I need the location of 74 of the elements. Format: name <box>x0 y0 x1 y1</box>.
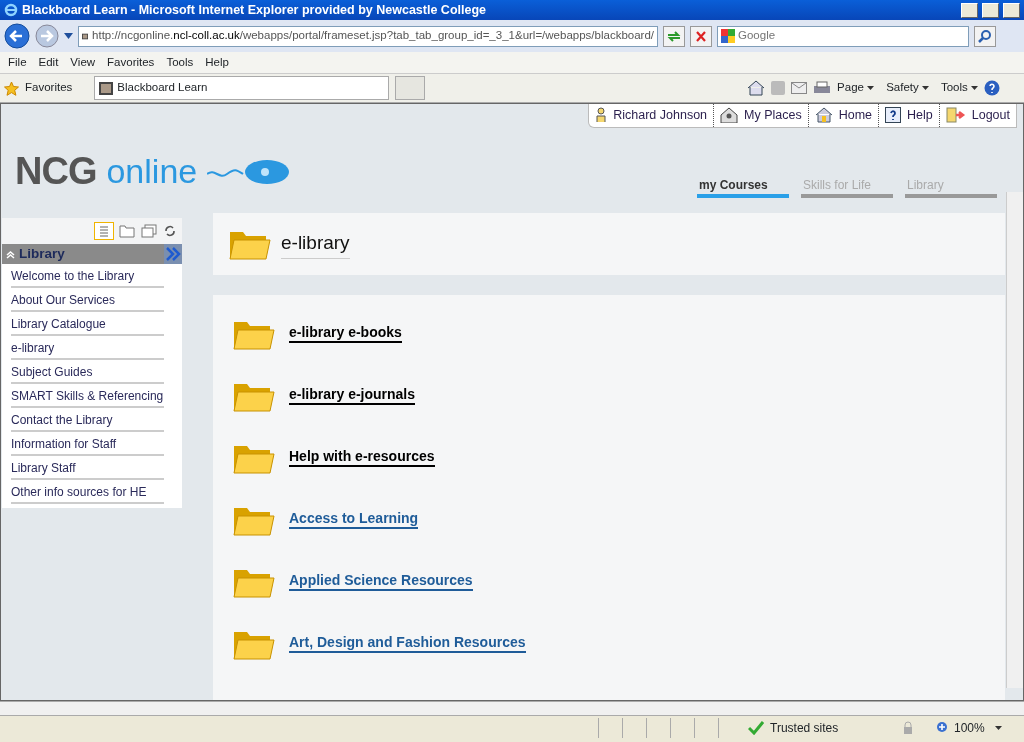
nav-tab[interactable]: my Courses <box>697 176 789 198</box>
command-menu[interactable]: Page <box>837 79 875 97</box>
user-link[interactable]: My Places <box>713 104 808 127</box>
folder-link[interactable]: Art, Design and Fashion Resources <box>289 634 526 653</box>
folder-link[interactable]: Applied Science Resources <box>289 572 473 591</box>
forward-button[interactable] <box>35 24 59 48</box>
sidebar-link[interactable]: Contact the Library <box>11 408 164 432</box>
user-link[interactable]: Home <box>807 104 879 127</box>
mail-icon[interactable] <box>791 82 808 94</box>
browser-tab[interactable]: Blackboard Learn <box>94 76 390 100</box>
security-zone: Trusted sites <box>770 719 840 737</box>
help-icon[interactable] <box>984 80 1000 96</box>
zoom-icon[interactable] <box>936 720 950 735</box>
address-field[interactable]: http://ncgonline.ncl-coll.ac.uk/webapps/portal/frameset.jsp?tab_tab_group_id=_3_1&url=/webapps/blackboard/ <box>78 25 658 47</box>
page-title: e-library <box>281 229 350 259</box>
command-menu[interactable]: Safety <box>886 79 929 97</box>
door-arrow-icon <box>945 107 966 124</box>
search-provider-icon <box>721 29 735 43</box>
url-text: http://ncgonline.ncl-coll.ac.uk/webapps/portal/frameset.jsp?tab_tab_group_id=_3_1&url=/webapps/blackboard/ <box>92 28 654 44</box>
browser-logo-icon <box>4 3 18 17</box>
window-icon[interactable] <box>140 222 158 240</box>
collapse-icon[interactable] <box>6 249 15 259</box>
maximize-button[interactable] <box>982 2 999 18</box>
refresh-button[interactable] <box>663 25 685 47</box>
sidebar-link[interactable]: Library Staff <box>11 456 164 480</box>
sidebar-link[interactable]: Welcome to the Library <box>11 264 164 288</box>
favorites-button[interactable]: Favorites <box>25 79 73 97</box>
menu-item[interactable]: View <box>64 53 102 72</box>
user-link[interactable]: Richard Johnson <box>589 104 714 127</box>
menu-item[interactable]: Favorites <box>101 53 161 72</box>
sidebar-link[interactable]: About Our Services <box>11 288 164 312</box>
command-menu[interactable]: Tools <box>940 79 978 97</box>
logo: NCG online <box>15 152 293 190</box>
user-link[interactable]: Logout <box>938 104 1016 127</box>
sidebar-link[interactable]: Library Catalogue <box>11 312 164 336</box>
sidebar-link[interactable]: Information for Staff <box>11 432 164 456</box>
search-icon[interactable] <box>974 25 996 47</box>
star-icon <box>4 80 19 96</box>
back-button[interactable] <box>4 23 30 49</box>
caret-icon[interactable] <box>64 33 73 39</box>
vertical-scrollbar[interactable] <box>1006 192 1023 688</box>
folder-icon[interactable] <box>118 222 136 240</box>
folder-link[interactable]: Help with e-resources <box>289 448 435 467</box>
menu-item[interactable]: File <box>2 53 33 72</box>
caret-icon[interactable] <box>867 86 875 91</box>
sidebar-link[interactable]: Other info sources for HE <box>11 480 164 504</box>
menu-item[interactable]: Help <box>199 53 235 72</box>
folder-link[interactable]: e-library e-books <box>289 324 402 343</box>
sidebar-link[interactable]: Subject Guides <box>11 360 164 384</box>
person-icon <box>595 107 608 124</box>
search-box[interactable]: Google <box>717 25 969 47</box>
user-link[interactable]: Help <box>878 104 939 127</box>
house-icon <box>814 107 833 124</box>
caret-icon[interactable] <box>921 86 929 91</box>
close-button[interactable] <box>1003 2 1020 18</box>
window-title: Blackboard Learn - Microsoft Internet Explorer provided by Newcastle College <box>22 1 486 19</box>
home-icon[interactable] <box>747 80 766 96</box>
horizontal-scrollbar[interactable] <box>0 701 1024 715</box>
sidebar-link[interactable]: e-library <box>11 336 164 360</box>
minimize-button[interactable] <box>961 2 978 18</box>
caret-icon[interactable] <box>971 86 978 91</box>
zoom-level[interactable]: 100% <box>954 718 985 737</box>
stop-button[interactable] <box>690 25 712 47</box>
menu-item[interactable]: Edit <box>32 53 65 72</box>
menu-item[interactable]: Tools <box>160 53 200 72</box>
check-icon <box>748 720 764 735</box>
folder-link[interactable]: Access to Learning <box>289 510 419 529</box>
printer-icon[interactable] <box>813 80 832 96</box>
question-icon <box>885 107 902 124</box>
folder-link[interactable]: e-library e-journals <box>289 386 416 405</box>
site-icon <box>99 81 114 95</box>
sidebar-link[interactable]: SMART Skills & Referencing <box>11 384 164 408</box>
caret-icon[interactable] <box>994 725 1002 730</box>
sidebar-title: Library <box>19 244 66 263</box>
